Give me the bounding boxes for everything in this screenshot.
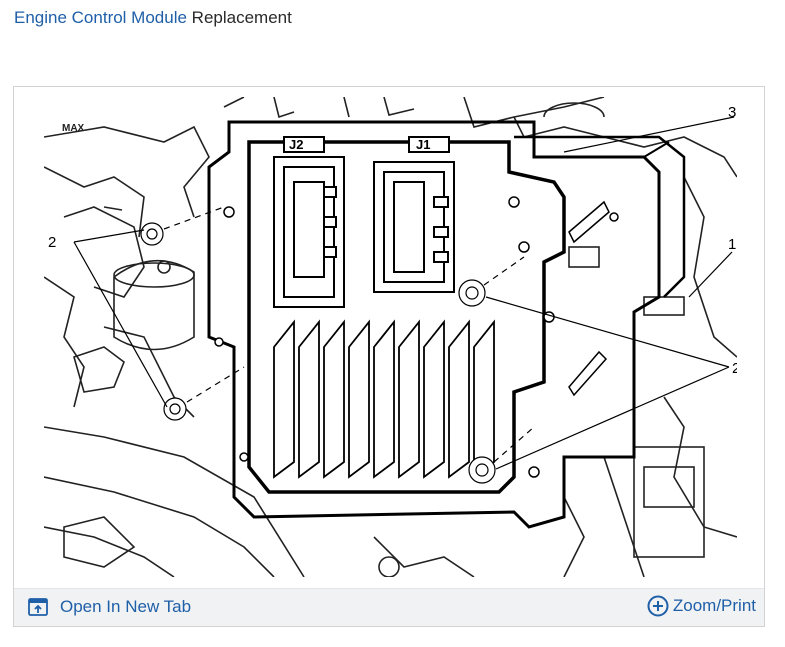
- ecm-illustration[interactable]: MAX J2 J1 2 2 1 3: [44, 97, 737, 577]
- open-in-new-tab-icon: [28, 598, 48, 616]
- callout-2-left: 2: [48, 234, 56, 251]
- title-rest: Replacement: [186, 8, 292, 27]
- open-in-new-tab-label: Open In New Tab: [60, 597, 192, 616]
- page-title: Engine Control Module Replacement: [14, 8, 292, 28]
- zoom-print-label: Zoom/Print: [672, 596, 756, 615]
- callout-2-right: 2: [732, 360, 737, 377]
- callout-3: 3: [728, 104, 736, 121]
- plus-circle-icon: [647, 595, 669, 617]
- open-in-new-tab-button[interactable]: Open In New Tab: [28, 595, 191, 619]
- figure-footer: Open In New Tab Zoom/Print: [14, 588, 764, 626]
- figure-card: MAX J2 J1 2 2 1 3 Open In New Tab Zoom/P…: [13, 86, 765, 627]
- sticker-text: MAX: [62, 123, 85, 134]
- zoom-print-button[interactable]: Zoom/Print: [647, 593, 756, 619]
- j2-label: J2: [289, 137, 303, 152]
- connector-j2: [273, 136, 345, 308]
- callout-1: 1: [728, 236, 736, 253]
- title-link[interactable]: Engine Control Module: [14, 8, 187, 27]
- j1-label: J1: [416, 137, 430, 152]
- cooling-fins: [273, 319, 495, 479]
